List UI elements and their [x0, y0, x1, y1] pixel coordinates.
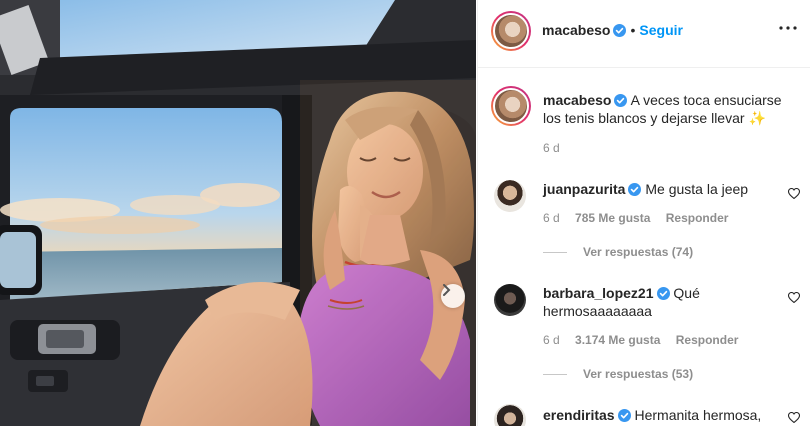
comment-likes[interactable]: 785 Me gusta: [575, 211, 650, 225]
verified-badge-icon: [613, 23, 627, 37]
caption-age[interactable]: 6 d: [543, 141, 560, 155]
comment-likes[interactable]: 3.174 Me gusta: [575, 333, 660, 347]
post-photo[interactable]: [0, 0, 476, 426]
comment-age[interactable]: 6 d: [543, 333, 560, 347]
comment-text: Me gusta la jeep: [645, 181, 749, 197]
sparkles-emoji: ✨: [748, 110, 766, 126]
view-replies-button[interactable]: Ver respuestas (53): [543, 367, 693, 381]
heart-icon[interactable]: [788, 188, 800, 199]
caption: macabeso A veces toca ensuciarse los ten…: [543, 91, 798, 127]
heart-icon[interactable]: [788, 292, 800, 303]
comment-age[interactable]: 6 d: [543, 211, 560, 225]
view-replies-button[interactable]: Ver respuestas (74): [543, 245, 693, 259]
comment: barbara_lopez21 Qué hermosaaaaaaaa: [543, 284, 753, 320]
verified-badge-icon: [656, 287, 670, 300]
header-username[interactable]: macabeso: [542, 22, 610, 38]
comment: juanpazurita Me gusta la jeep: [543, 180, 763, 198]
caption-username[interactable]: macabeso: [543, 92, 611, 108]
verified-badge-icon: [617, 409, 631, 422]
comment-avatar[interactable]: [494, 180, 526, 212]
verified-badge-icon: [614, 94, 628, 107]
reply-button[interactable]: Responder: [676, 333, 739, 347]
reply-button[interactable]: Responder: [666, 211, 729, 225]
comment-meta: 6 d 3.174 Me gusta Responder: [543, 333, 750, 347]
header-user-line: macabeso • Seguir: [542, 22, 683, 38]
verified-badge-icon: [628, 183, 642, 196]
view-replies-line: [543, 373, 567, 375]
chevron-right-icon: [443, 284, 451, 296]
comment-text: Hermanita hermosa,: [634, 407, 762, 423]
follow-button[interactable]: Seguir: [639, 22, 683, 38]
comment-username[interactable]: barbara_lopez21: [543, 285, 654, 301]
comment-avatar[interactable]: [494, 284, 526, 316]
comment-avatar[interactable]: [494, 404, 526, 426]
header-separator: •: [630, 22, 636, 38]
caption-meta: 6 d: [543, 141, 572, 155]
author-avatar[interactable]: [491, 11, 531, 51]
caption-author-avatar[interactable]: [491, 86, 531, 126]
heart-icon[interactable]: [788, 412, 800, 423]
photo-scene: [0, 0, 476, 426]
next-photo-button[interactable]: [441, 284, 465, 308]
post-details-panel: macabeso • Seguir macabeso A veces toca …: [477, 0, 810, 426]
comment-username[interactable]: erendiritas: [543, 407, 615, 423]
view-replies-line: [543, 251, 567, 253]
comment: erendiritas Hermanita hermosa,: [543, 406, 763, 424]
more-options-icon[interactable]: [779, 26, 797, 30]
view-replies-label: Ver respuestas (74): [583, 245, 694, 259]
view-replies-label: Ver respuestas (53): [583, 367, 694, 381]
post-header: macabeso • Seguir: [478, 0, 810, 68]
comment-username[interactable]: juanpazurita: [543, 181, 625, 197]
comment-meta: 6 d 785 Me gusta Responder: [543, 211, 740, 225]
